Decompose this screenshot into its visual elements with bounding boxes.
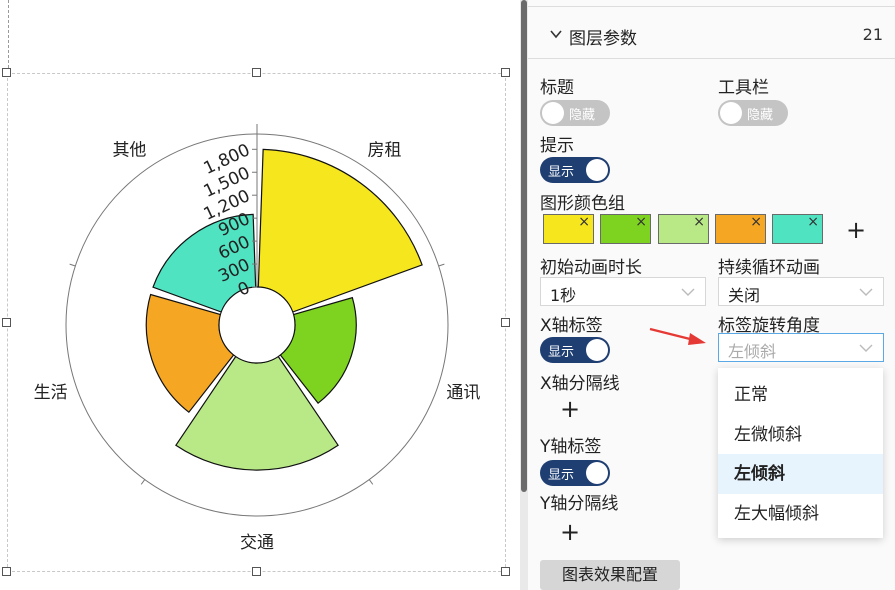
anim-duration-label: 初始动画时长 <box>540 258 642 278</box>
toolbar-label: 工具栏 <box>718 78 769 98</box>
toggle-knob <box>586 339 608 361</box>
add-x-split-button[interactable]: + <box>560 397 580 421</box>
toggle-knob <box>586 159 608 181</box>
panel-divider <box>528 58 895 59</box>
category-label: 房租 <box>368 140 402 160</box>
bar-0 <box>257 148 423 313</box>
toolbar-toggle[interactable]: 隐藏 <box>718 100 788 126</box>
angle-tick <box>368 479 374 485</box>
x-axis-label-toggle[interactable]: 显示 <box>540 337 610 363</box>
tooltip-label: 提示 <box>540 136 574 156</box>
add-y-split-button[interactable]: + <box>560 520 580 544</box>
color-swatch[interactable]: × <box>600 214 651 244</box>
toggle-knob <box>720 102 742 124</box>
toggle-knob <box>542 102 564 124</box>
title-toggle[interactable]: 隐藏 <box>540 100 610 126</box>
dropdown-option-left[interactable]: 左倾斜 <box>718 454 883 494</box>
x-axis-split-label: X轴分隔线 <box>540 374 620 394</box>
dropdown-option-large-left[interactable]: 左大幅倾斜 <box>718 494 883 534</box>
inner-hole <box>218 286 296 364</box>
polar-bar-chart: 03006009001,2001,5001,800 房租通讯交通生活其他 <box>34 124 480 553</box>
y-axis-label-label: Y轴标签 <box>540 437 602 457</box>
label-rotation-select[interactable]: 左倾斜 <box>718 333 884 362</box>
color-swatch[interactable]: × <box>772 214 823 244</box>
select-value: 1秒 <box>550 286 577 305</box>
remove-color-icon[interactable]: × <box>578 214 590 230</box>
toggle-text: 显示 <box>548 165 575 180</box>
x-axis-label-label: X轴标签 <box>540 316 603 336</box>
dropdown-option-normal[interactable]: 正常 <box>718 375 883 415</box>
panel-title: 图层参数 <box>569 29 637 49</box>
category-label: 其他 <box>112 140 146 160</box>
chevron-down-icon <box>681 288 695 296</box>
remove-color-icon[interactable]: × <box>750 214 762 230</box>
add-color-button[interactable]: + <box>846 218 866 242</box>
red-arrow-annotation <box>649 327 706 345</box>
category-label: 通讯 <box>446 383 480 403</box>
panel-count: 21 <box>862 25 883 44</box>
label-rotation-dropdown: 正常 左微倾斜 左倾斜 左大幅倾斜 <box>718 368 883 538</box>
category-label: 生活 <box>34 383 68 403</box>
remove-color-icon[interactable]: × <box>807 214 819 230</box>
toggle-text: 显示 <box>548 345 575 360</box>
angle-tick <box>140 479 146 485</box>
color-swatch[interactable]: × <box>543 214 594 244</box>
remove-color-icon[interactable]: × <box>693 214 705 230</box>
panel-divider <box>528 6 895 7</box>
title-label: 标题 <box>540 78 574 98</box>
dropdown-option-slight-left[interactable]: 左微倾斜 <box>718 415 883 455</box>
panel-header[interactable]: 图层参数 21 <box>528 14 895 58</box>
remove-color-icon[interactable]: × <box>635 214 647 230</box>
y-axis-label-toggle[interactable]: 显示 <box>540 460 610 486</box>
angle-tick <box>438 263 445 267</box>
toggle-knob <box>586 462 608 484</box>
chart-canvas[interactable]: 0 300 600 900 1,200 1,500 1,800 房租 通讯 交通 生活 其他 <box>0 0 520 590</box>
y-axis-split-label: Y轴分隔线 <box>540 494 619 514</box>
loop-anim-select[interactable]: 关闭 <box>718 277 884 306</box>
color-swatch[interactable]: × <box>658 214 709 244</box>
color-swatch[interactable]: × <box>715 214 766 244</box>
color-group-label: 图形颜色组 <box>540 194 625 214</box>
angle-tick <box>69 263 76 267</box>
toggle-text: 隐藏 <box>569 108 596 123</box>
select-value: 左倾斜 <box>728 342 777 361</box>
tooltip-toggle[interactable]: 显示 <box>540 157 610 183</box>
anim-duration-select[interactable]: 1秒 <box>540 277 706 306</box>
toggle-text: 隐藏 <box>747 108 774 123</box>
chevron-down-icon <box>859 288 873 296</box>
scrollbar-thumb[interactable] <box>521 0 527 492</box>
category-label: 交通 <box>240 533 274 553</box>
chevron-down-icon[interactable] <box>548 26 564 42</box>
chart-effect-config-button[interactable]: 图表效果配置 <box>540 560 680 590</box>
toggle-text: 显示 <box>548 468 575 483</box>
chevron-down-icon <box>859 344 873 352</box>
loop-anim-label: 持续循环动画 <box>718 258 820 278</box>
panel-scrollbar[interactable] <box>520 0 528 590</box>
select-value: 关闭 <box>728 286 761 305</box>
